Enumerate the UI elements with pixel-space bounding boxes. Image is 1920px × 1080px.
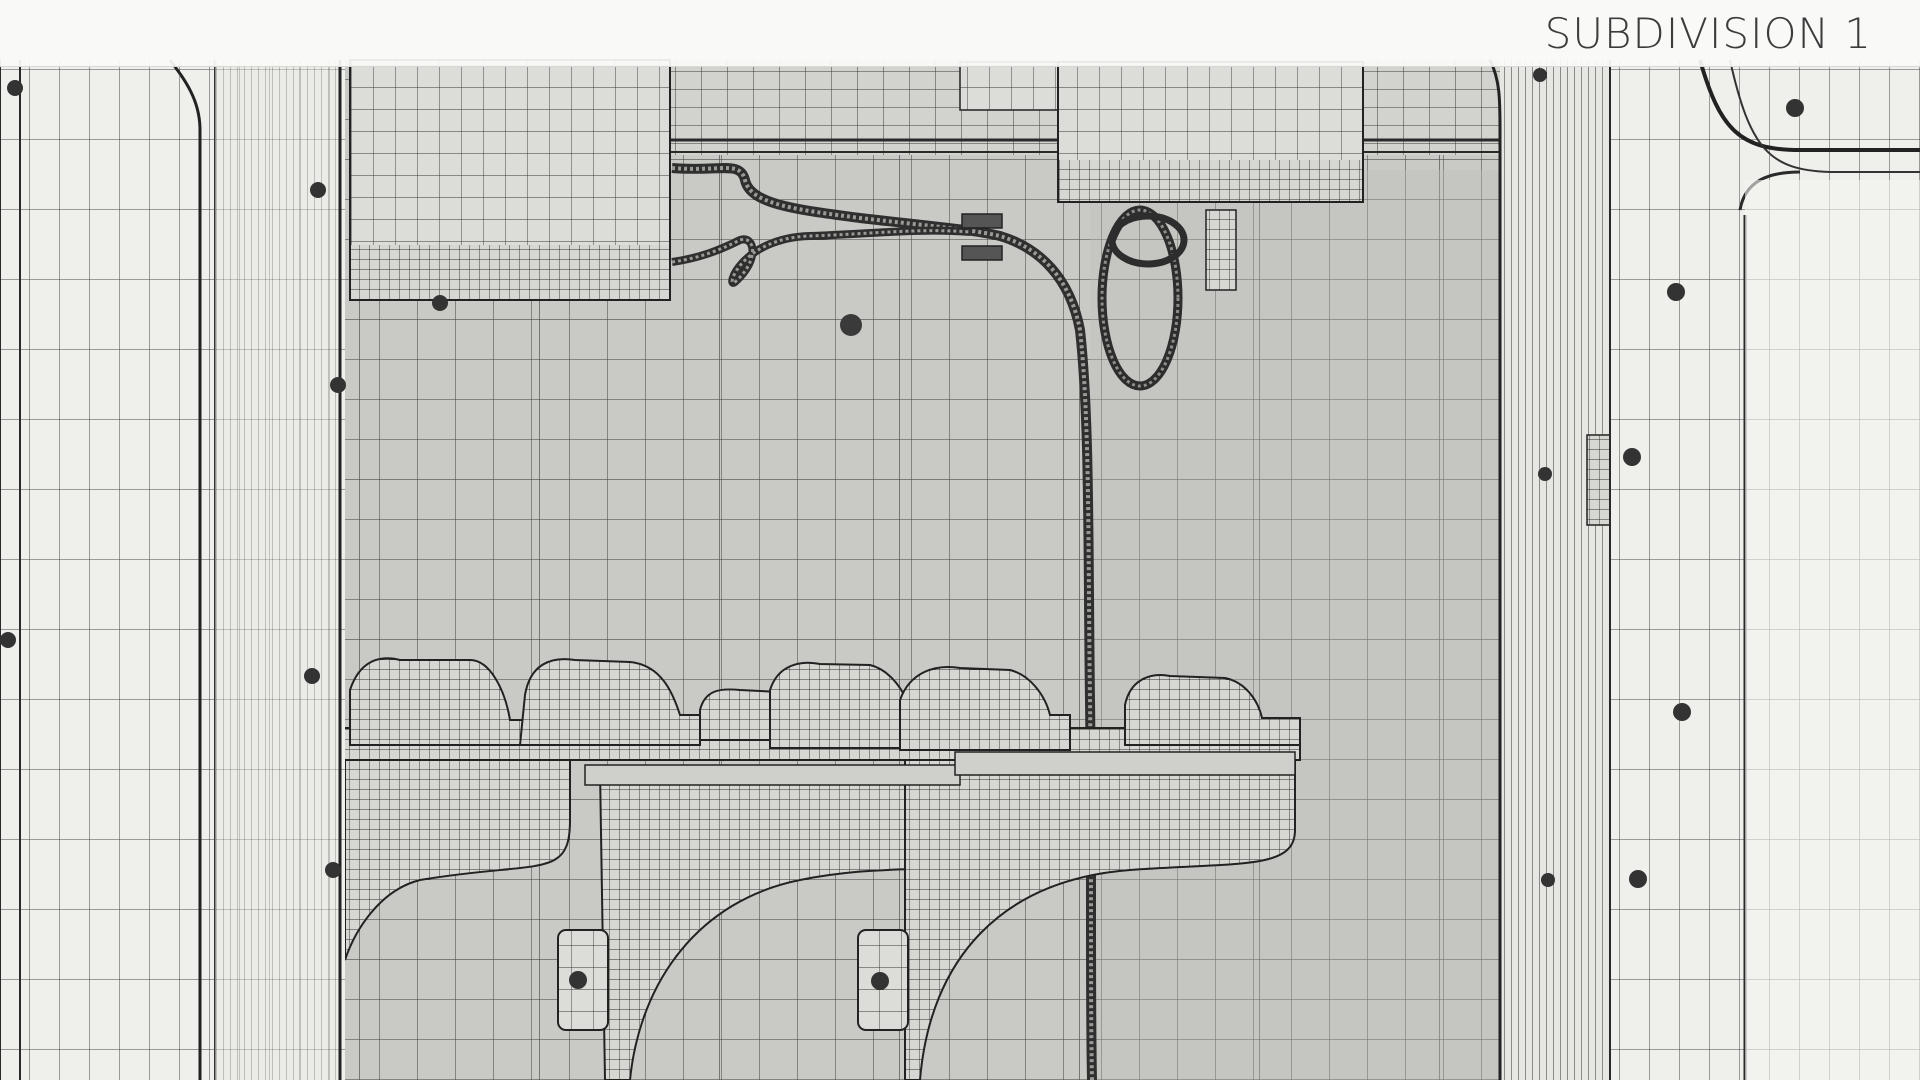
overhead-cabinet-left bbox=[349, 59, 671, 311]
right-inner-column bbox=[1488, 59, 1614, 1080]
3d-viewport[interactable] bbox=[0, 0, 1920, 1080]
wall-bolts bbox=[840, 314, 862, 336]
title-bar: SUBDIVISION 1 bbox=[0, 0, 1920, 67]
left-pillar bbox=[0, 59, 346, 1080]
right-pillar bbox=[1609, 59, 1920, 1080]
page-title: SUBDIVISION 1 bbox=[1544, 9, 1872, 58]
